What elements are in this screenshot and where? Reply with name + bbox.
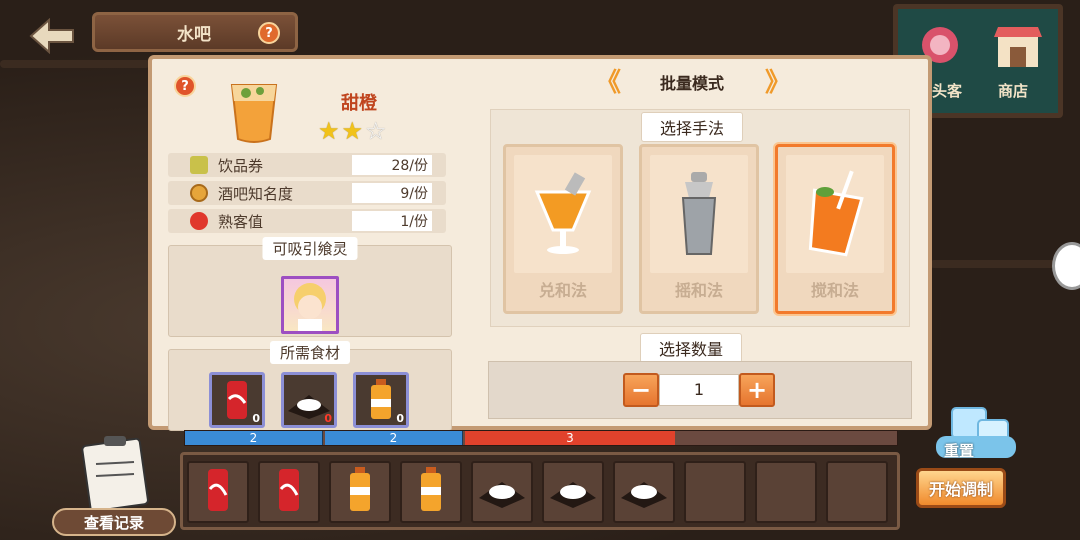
star-rating: ★ ★ ☆ xyxy=(318,119,387,143)
clipboard-icon xyxy=(81,436,149,510)
method-label: 搅和法 xyxy=(810,281,859,300)
cocktail-glass-icon xyxy=(534,172,592,254)
guest-label[interactable]: 头客 xyxy=(932,80,962,101)
character-portrait[interactable] xyxy=(281,276,339,334)
cola-can-icon xyxy=(267,465,311,519)
shop-label[interactable]: 商店 xyxy=(998,80,1028,101)
page-title: 水吧 xyxy=(177,24,211,45)
iced-tea-glass-icon xyxy=(808,170,864,257)
stat-value: 28/份 xyxy=(352,155,432,175)
tray-slot-orange-juice-bottle[interactable] xyxy=(329,461,391,523)
tray-slot-sugar-powder[interactable] xyxy=(613,461,675,523)
coin-icon xyxy=(190,184,208,202)
method-stir[interactable]: 搅和法 xyxy=(775,144,895,314)
shaker-icon xyxy=(681,172,717,255)
shop-icon xyxy=(994,27,1042,67)
quantity-minus-button[interactable]: − xyxy=(623,373,659,407)
stat-row-coupon: 饮品券 28/份 xyxy=(168,153,446,177)
star-filled-icon: ★ xyxy=(341,117,364,145)
quantity-title: 选择数量 xyxy=(640,333,743,363)
ingredient-juice[interactable]: 0 xyxy=(353,372,409,428)
tray-slot-cola-can[interactable] xyxy=(187,461,249,523)
recipe-help-icon[interactable]: ? xyxy=(174,75,196,97)
sugar-powder-icon xyxy=(477,470,527,514)
tray-slot-sugar-powder[interactable] xyxy=(542,461,604,523)
cola-can-icon xyxy=(196,465,240,519)
method-card xyxy=(786,155,884,273)
progress-bar: 2 2 3 xyxy=(184,430,898,446)
progress-segment: 3 xyxy=(465,431,675,445)
stat-label: 饮品券 xyxy=(218,157,264,175)
recipe-panel: ? 甜橙 ★ ★ ☆ 饮品券 28/份 酒吧知名度 9/份 熟客值 1/份 可吸… xyxy=(148,55,932,431)
tray-slot-sugar-powder[interactable] xyxy=(471,461,533,523)
stat-row-regular: 熟客值 1/份 xyxy=(168,209,446,233)
orange-drink-icon xyxy=(230,84,278,143)
character-avatar-icon xyxy=(294,283,326,331)
start-mixing-button[interactable]: 开始调制 xyxy=(916,468,1006,508)
ingredient-count: 0 xyxy=(324,412,332,425)
star-filled-icon: ★ xyxy=(318,117,340,145)
stat-label: 熟客值 xyxy=(218,213,264,231)
reset-label: 重置 xyxy=(944,442,975,460)
help-icon[interactable]: ? xyxy=(258,22,280,44)
stat-value: 1/份 xyxy=(352,211,432,231)
stat-row-fame: 酒吧知名度 9/份 xyxy=(168,181,446,205)
tray-slot-empty[interactable] xyxy=(826,461,888,523)
ingredient-sugar[interactable]: 0 xyxy=(281,372,337,428)
star-empty-icon: ☆ xyxy=(365,117,387,145)
quantity-stepper: − 1 + xyxy=(488,361,912,419)
method-card xyxy=(514,155,612,273)
back-button[interactable] xyxy=(22,14,82,58)
mode-label: 批量模式 xyxy=(659,74,724,93)
recipe-info: ? 甜橙 ★ ★ ☆ 饮品券 28/份 酒吧知名度 9/份 熟客值 1/份 可吸… xyxy=(164,67,454,431)
progress-segment: 2 xyxy=(325,431,463,445)
sugar-powder-icon xyxy=(548,470,598,514)
ingredient-count: 0 xyxy=(396,412,404,425)
heart-icon xyxy=(190,212,208,230)
ingredients-box: 所需食材 0 0 0 xyxy=(168,341,452,431)
back-arrow-icon xyxy=(29,18,74,54)
method-shake[interactable]: 摇和法 xyxy=(639,144,759,314)
sugar-powder-icon xyxy=(619,470,669,514)
tray-slot-empty[interactable] xyxy=(755,461,817,523)
attract-title: 可吸引飨灵 xyxy=(262,237,358,260)
tray-slot-empty[interactable] xyxy=(684,461,746,523)
mode-next-arrow[interactable]: 》 xyxy=(760,65,796,98)
view-record-button[interactable]: 查看记录 xyxy=(52,508,176,536)
tray-slot-orange-juice-bottle[interactable] xyxy=(400,461,462,523)
quantity-input[interactable]: 1 xyxy=(659,374,739,406)
method-build[interactable]: 兑和法 xyxy=(503,144,623,314)
progress-segment: 2 xyxy=(185,431,323,445)
drink-name: 甜橙 xyxy=(341,93,377,114)
attract-box: 可吸引飨灵 xyxy=(168,237,452,337)
method-label: 摇和法 xyxy=(674,281,723,300)
method-card xyxy=(650,155,748,273)
method-title: 选择手法 xyxy=(641,112,744,142)
tray-slot-cola-can[interactable] xyxy=(258,461,320,523)
ingredient-count: 0 xyxy=(252,412,260,425)
stat-label: 酒吧知名度 xyxy=(218,185,294,203)
method-area: 选择手法 兑和法 摇和法 搅和法 xyxy=(490,109,910,327)
coupon-icon xyxy=(190,156,208,174)
bottom-bar: 2 2 3 查看记录 重置 开始调制 xyxy=(0,407,1080,540)
record-area: 查看记录 xyxy=(50,434,178,538)
orange-juice-bottle-icon xyxy=(338,465,382,519)
quantity-plus-button[interactable]: + xyxy=(739,373,775,407)
method-label: 兑和法 xyxy=(538,281,587,300)
shelf xyxy=(0,60,150,68)
ingredient-cola[interactable]: 0 xyxy=(209,372,265,428)
ingredient-tray xyxy=(180,452,900,530)
orange-juice-bottle-icon xyxy=(409,465,453,519)
stat-value: 9/份 xyxy=(352,183,432,203)
ingredients-title: 所需食材 xyxy=(269,341,351,364)
